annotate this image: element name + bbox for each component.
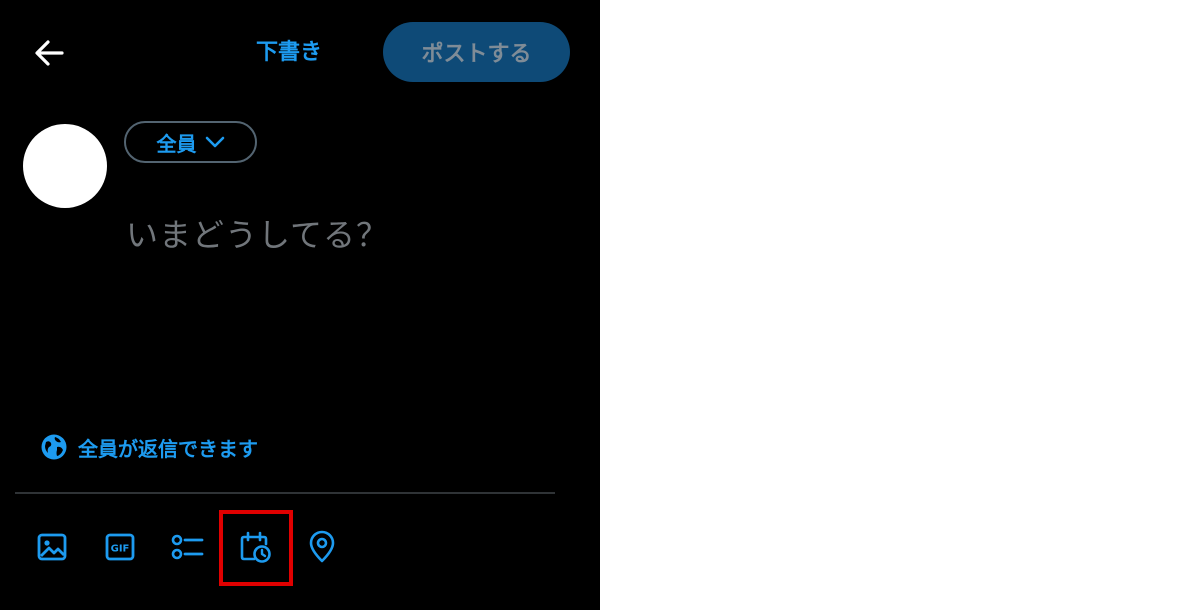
arrow-left-icon (35, 40, 64, 66)
add-image-button[interactable] (35, 530, 69, 564)
image-icon (37, 533, 67, 561)
reply-setting-button[interactable]: 全員が返信できます (40, 432, 258, 462)
audience-selector[interactable]: 全員 (124, 121, 257, 163)
reply-setting-label: 全員が返信できます (78, 436, 258, 461)
divider (15, 492, 555, 494)
gif-icon-label: GIF (111, 544, 130, 555)
back-button[interactable] (30, 36, 68, 70)
avatar[interactable] (23, 124, 107, 208)
compose-screen: 下書き ポストする 全員 いまどうしてる？ 全員が返信できます GIF (0, 0, 600, 610)
audience-label: 全員 (156, 131, 197, 156)
globe-icon (41, 434, 67, 460)
drafts-button[interactable]: 下書き (256, 36, 322, 70)
add-location-button[interactable] (305, 530, 339, 564)
location-icon (309, 530, 335, 563)
poll-icon (171, 534, 204, 560)
add-poll-button[interactable] (170, 530, 204, 564)
add-gif-button[interactable]: GIF (103, 530, 137, 564)
gif-icon: GIF (105, 533, 135, 561)
compose-textarea[interactable]: いまどうしてる？ (126, 210, 566, 260)
chevron-down-icon (205, 136, 224, 148)
highlight-box (219, 510, 293, 586)
post-button[interactable]: ポストする (383, 22, 570, 82)
